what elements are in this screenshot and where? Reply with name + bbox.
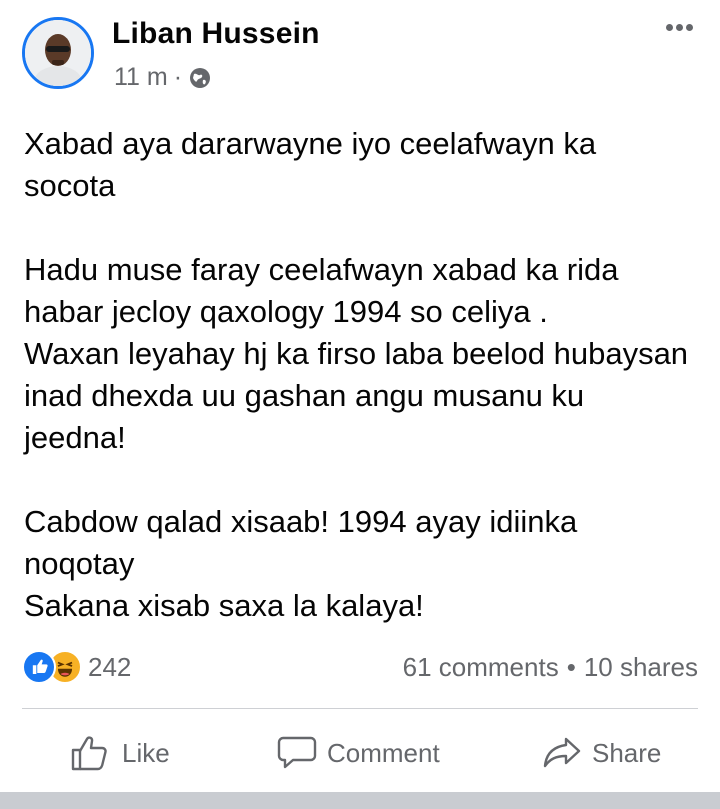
shares-count[interactable]: 10 shares bbox=[584, 652, 698, 682]
like-button[interactable]: Like bbox=[70, 730, 170, 776]
divider bbox=[22, 708, 698, 709]
feed-separator bbox=[0, 792, 720, 809]
engagement-summary: 61 comments • 10 shares bbox=[403, 652, 698, 683]
comment-icon bbox=[277, 736, 317, 769]
post-paragraph: Xabad aya dararwayne iyo ceelafwayn ka s… bbox=[24, 126, 597, 203]
avatar-photo-icon bbox=[25, 20, 91, 86]
post-text: Xabad aya dararwayne iyo ceelafwayn ka s… bbox=[24, 123, 694, 627]
like-reaction-icon bbox=[22, 650, 56, 684]
comments-count[interactable]: 61 comments bbox=[403, 652, 559, 682]
comment-button-label: Comment bbox=[327, 737, 440, 768]
post-paragraph: Hadu muse faray ceelafwayn xabad ka rida… bbox=[24, 252, 689, 455]
like-button-label: Like bbox=[122, 737, 170, 768]
share-button[interactable]: Share bbox=[542, 730, 661, 776]
share-icon bbox=[543, 737, 581, 768]
share-button-label: Share bbox=[592, 737, 662, 768]
post-time[interactable]: 11 m bbox=[114, 63, 168, 92]
post-header: Liban Hussein 11 m · bbox=[0, 0, 720, 110]
author-name[interactable]: Liban Hussein bbox=[112, 17, 320, 51]
comment-button[interactable]: Comment bbox=[277, 730, 440, 776]
avatar[interactable] bbox=[22, 17, 94, 89]
stats-bullet: • bbox=[566, 652, 576, 682]
thumbs-up-icon bbox=[71, 736, 107, 771]
meta-separator: · bbox=[173, 63, 183, 91]
post-actions: Like Comment Share bbox=[0, 720, 720, 784]
post-stats: 242 61 comments • 10 shares bbox=[22, 648, 698, 688]
reaction-count: 242 bbox=[88, 651, 132, 682]
reactions-summary[interactable]: 242 bbox=[22, 650, 131, 684]
more-options-icon[interactable] bbox=[666, 18, 702, 40]
post-paragraph: Cabdow qalad xisaab! 1994 ayay idiinka n… bbox=[24, 504, 578, 623]
globe-icon[interactable] bbox=[188, 66, 212, 90]
post-meta: 11 m · bbox=[114, 63, 212, 92]
